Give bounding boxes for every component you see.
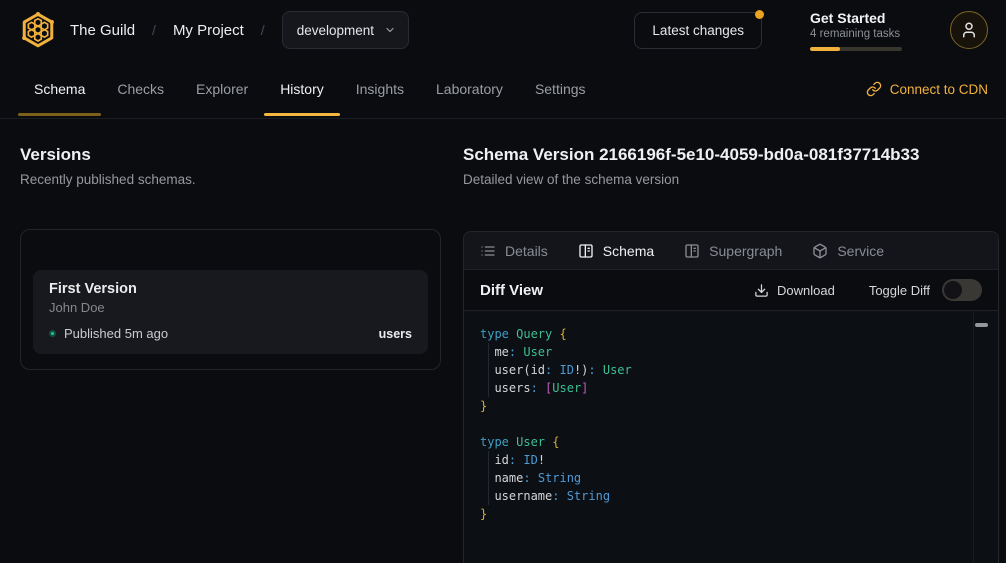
code-lines: type Query { me: User user(id: ID!): Use… xyxy=(480,325,968,523)
latest-changes-button[interactable]: Latest changes xyxy=(634,12,762,49)
tab-history[interactable]: History xyxy=(264,60,340,118)
chevron-down-icon xyxy=(384,24,396,36)
scrollbar-thumb[interactable] xyxy=(975,323,988,327)
breadcrumb-separator: / xyxy=(152,22,156,38)
version-status-row: Published 5m ago users xyxy=(49,326,412,341)
download-label: Download xyxy=(777,283,835,298)
code-line: id: ID! xyxy=(480,451,968,469)
columns-icon xyxy=(684,243,700,259)
diff-actions: Download Toggle Diff xyxy=(754,279,982,301)
tab-insights[interactable]: Insights xyxy=(340,60,420,118)
user-icon xyxy=(960,21,978,39)
tab-laboratory[interactable]: Laboratory xyxy=(420,60,519,118)
user-avatar-button[interactable] xyxy=(950,11,988,49)
tab-checks-label: Checks xyxy=(117,81,164,97)
get-started-progressbar xyxy=(810,47,902,51)
hive-logo-icon[interactable] xyxy=(18,10,58,50)
code-line: me: User xyxy=(480,343,968,361)
connect-to-cdn-label: Connect to CDN xyxy=(890,82,988,97)
get-started-widget[interactable]: Get Started 4 remaining tasks xyxy=(810,10,902,51)
published-status-dot xyxy=(49,330,56,337)
target-selector-dropdown[interactable]: development xyxy=(282,11,409,49)
header-actions: Latest changes Get Started 4 remaining t… xyxy=(634,10,988,51)
version-list-item[interactable]: First Version John Doe Published 5m ago … xyxy=(33,270,428,354)
latest-changes-label: Latest changes xyxy=(652,23,744,38)
detail-tab-supergraph-label: Supergraph xyxy=(709,243,782,259)
detail-tab-details-label: Details xyxy=(505,243,548,259)
top-header: The Guild / My Project / development Lat… xyxy=(0,0,1006,60)
scrollbar-track xyxy=(973,311,974,563)
code-line: name: String xyxy=(480,469,968,487)
notification-dot xyxy=(755,10,764,19)
connect-to-cdn-button[interactable]: Connect to CDN xyxy=(866,60,988,118)
tab-schema[interactable]: Schema xyxy=(18,60,101,118)
list-icon xyxy=(480,243,496,259)
version-detail-title: Schema Version 2166196f-5e10-4059-bd0a-0… xyxy=(463,145,999,165)
breadcrumb-org[interactable]: The Guild xyxy=(70,22,135,39)
toggle-knob xyxy=(944,281,962,299)
download-icon xyxy=(754,283,769,298)
code-line: } xyxy=(480,505,968,523)
detail-tab-bar: Details Schema Sup xyxy=(464,232,998,270)
schema-code-viewer[interactable]: type Query { me: User user(id: ID!): Use… xyxy=(464,311,998,563)
toggle-diff-switch[interactable] xyxy=(942,279,982,301)
code-line xyxy=(480,415,968,433)
tab-history-label: History xyxy=(280,81,324,97)
get-started-title: Get Started xyxy=(810,10,902,26)
download-button[interactable]: Download xyxy=(754,283,835,298)
diff-view-title: Diff View xyxy=(480,282,543,299)
box-icon xyxy=(812,243,828,259)
version-detail-subtitle: Detailed view of the schema version xyxy=(463,172,999,187)
target-selector-value: development xyxy=(297,23,374,38)
code-line: } xyxy=(480,397,968,415)
version-detail-panel: Schema Version 2166196f-5e10-4059-bd0a-0… xyxy=(463,145,999,563)
tab-settings-label: Settings xyxy=(535,81,586,97)
tab-schema-label: Schema xyxy=(34,81,85,97)
tab-insights-label: Insights xyxy=(356,81,404,97)
tab-settings[interactable]: Settings xyxy=(519,60,602,118)
tab-explorer[interactable]: Explorer xyxy=(180,60,264,118)
get-started-subtitle: 4 remaining tasks xyxy=(810,28,902,40)
versions-panel: Versions Recently published schemas. Fir… xyxy=(20,145,441,370)
columns-icon xyxy=(578,243,594,259)
tab-checks[interactable]: Checks xyxy=(101,60,180,118)
detail-tab-supergraph[interactable]: Supergraph xyxy=(684,243,782,259)
breadcrumb: The Guild / My Project / xyxy=(70,22,265,39)
code-line: user(id: ID!): User xyxy=(480,361,968,379)
version-author: John Doe xyxy=(49,300,412,315)
detail-tab-service[interactable]: Service xyxy=(812,243,884,259)
tab-laboratory-label: Laboratory xyxy=(436,81,503,97)
toggle-diff-label: Toggle Diff xyxy=(869,283,930,298)
versions-title: Versions xyxy=(20,145,441,165)
versions-subtitle: Recently published schemas. xyxy=(20,172,441,187)
code-line: type User { xyxy=(480,433,968,451)
breadcrumb-project[interactable]: My Project xyxy=(173,22,244,39)
link-icon xyxy=(866,81,882,97)
tab-explorer-label: Explorer xyxy=(196,81,248,97)
detail-tab-details[interactable]: Details xyxy=(480,243,548,259)
detail-tab-schema-label: Schema xyxy=(603,243,654,259)
diff-toolbar: Diff View Download Toggle Diff xyxy=(464,270,998,311)
code-line: users: [User] xyxy=(480,379,968,397)
published-status-text: Published 5m ago xyxy=(64,326,168,341)
versions-list-card: First Version John Doe Published 5m ago … xyxy=(20,229,441,370)
version-title: First Version xyxy=(49,281,412,297)
service-name-badge: users xyxy=(379,327,412,341)
detail-tab-service-label: Service xyxy=(837,243,884,259)
target-nav-tabs: Schema Checks Explorer History Insights … xyxy=(0,60,1006,119)
get-started-progress-fill xyxy=(810,47,840,51)
version-detail-card: Details Schema Sup xyxy=(463,231,999,563)
detail-tab-schema[interactable]: Schema xyxy=(578,243,654,259)
breadcrumb-separator: / xyxy=(261,22,265,38)
code-line: type Query { xyxy=(480,325,968,343)
code-line: username: String xyxy=(480,487,968,505)
